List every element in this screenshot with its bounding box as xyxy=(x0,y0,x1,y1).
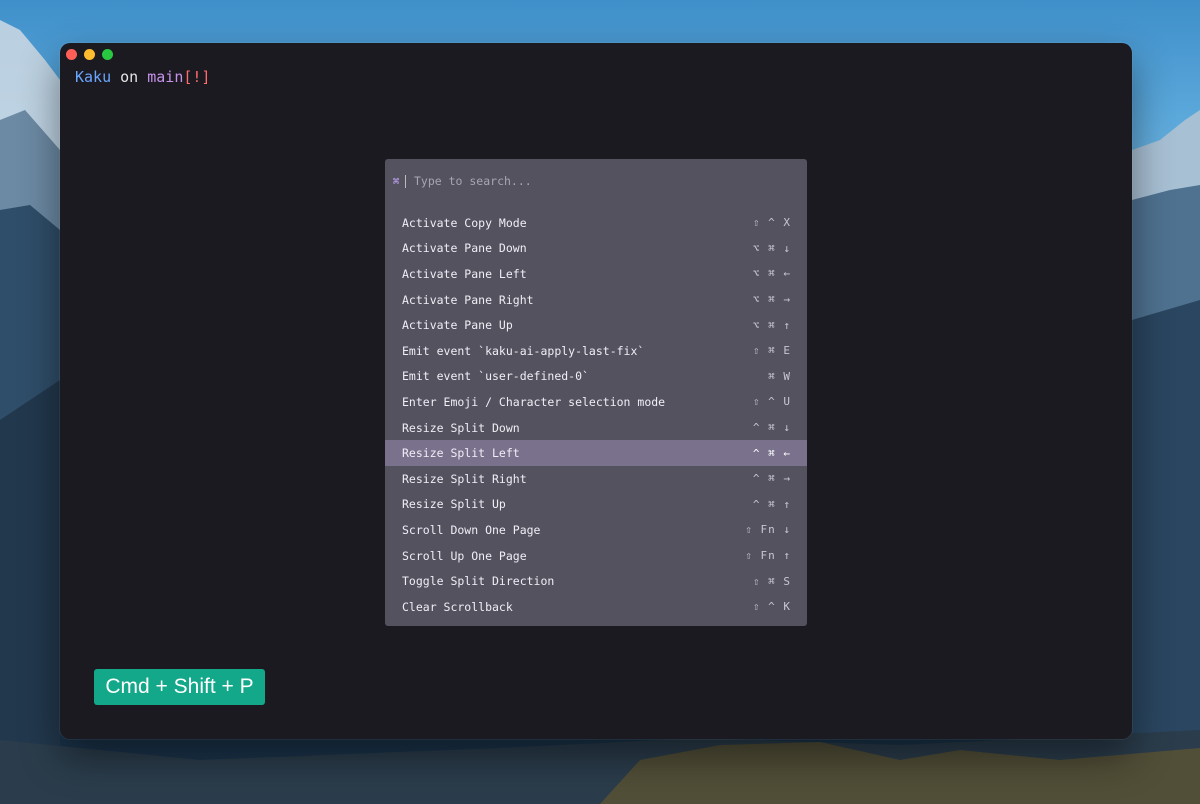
palette-item-label: Activate Pane Right xyxy=(402,292,534,307)
terminal-window: Kaku on main[!] ⌘ Activate Copy Mode ⇧ ^ … xyxy=(60,43,1132,739)
palette-item[interactable]: Toggle Split Direction ⇧ ⌘ S xyxy=(385,568,807,594)
palette-search-input[interactable] xyxy=(414,174,794,188)
palette-item-shortcut: ^ ⌘ ↑ xyxy=(752,497,791,511)
prompt-on: on xyxy=(111,68,148,86)
palette-item[interactable]: Activate Copy Mode ⇧ ^ X xyxy=(385,210,807,236)
palette-item-shortcut: ⇧ ^ K xyxy=(752,600,791,614)
palette-item-label: Resize Split Up xyxy=(402,497,506,512)
palette-item[interactable]: Activate Pane Up ⌥ ⌘ ↑ xyxy=(385,312,807,338)
palette-search-row: ⌘ xyxy=(391,173,794,189)
palette-item-shortcut: ⇧ ⌘ S xyxy=(752,574,791,588)
palette-item[interactable]: Scroll Up One Page ⇧ Fn ↑ xyxy=(385,543,807,569)
minimize-window-button[interactable] xyxy=(84,49,95,60)
palette-command-list: Activate Copy Mode ⇧ ^ X Activate Pane Dow… xyxy=(385,210,807,620)
zoom-window-button[interactable] xyxy=(102,49,113,60)
palette-item-label: Toggle Split Direction xyxy=(402,574,555,589)
palette-item-label: Scroll Down One Page xyxy=(402,522,541,537)
command-icon: ⌘ xyxy=(392,174,400,188)
palette-item-label: Scroll Up One Page xyxy=(402,548,527,563)
prompt-branch: main xyxy=(147,68,184,86)
palette-item-shortcut: ⇧ ^ U xyxy=(752,395,791,409)
palette-item-label: Activate Copy Mode xyxy=(402,215,527,230)
palette-item-shortcut: ⌥ ⌘ ↑ xyxy=(752,318,791,332)
palette-item[interactable]: Emit event `user-defined-0` ⌘ W xyxy=(385,364,807,390)
shell-prompt: Kaku on main[!] xyxy=(75,68,210,86)
palette-item[interactable]: Resize Split Up ^ ⌘ ↑ xyxy=(385,492,807,518)
palette-item-shortcut: ^ ⌘ ↓ xyxy=(752,421,791,435)
palette-item-label: Activate Pane Left xyxy=(402,266,527,281)
palette-item-shortcut: ⌘ W xyxy=(768,369,791,383)
palette-item-label: Resize Split Right xyxy=(402,471,527,486)
palette-item-label: Clear Scrollback xyxy=(402,599,513,614)
command-palette: ⌘ Activate Copy Mode ⇧ ^ X Activate Pane D… xyxy=(385,159,807,626)
palette-item-shortcut: ⇧ ⌘ E xyxy=(752,344,791,358)
palette-item-shortcut: ^ ⌘ ← xyxy=(752,446,791,460)
palette-item-label: Emit event `user-defined-0` xyxy=(402,369,589,384)
palette-item[interactable]: Resize Split Right ^ ⌘ → xyxy=(385,466,807,492)
palette-item[interactable]: Emit event `kaku-ai-apply-last-fix` ⇧ ⌘ E xyxy=(385,338,807,364)
palette-item-label: Enter Emoji / Character selection mode xyxy=(402,394,666,409)
palette-item[interactable]: Activate Pane Left ⌥ ⌘ ← xyxy=(385,261,807,287)
palette-item[interactable]: Resize Split Left ^ ⌘ ← xyxy=(385,440,807,466)
palette-item-label: Emit event `kaku-ai-apply-last-fix` xyxy=(402,343,645,358)
prompt-git-status: [!] xyxy=(183,68,211,86)
palette-item-shortcut: ⌥ ⌘ ↓ xyxy=(752,241,791,255)
window-controls xyxy=(66,49,113,60)
palette-item[interactable]: Scroll Down One Page ⇧ Fn ↓ xyxy=(385,517,807,543)
prompt-directory: Kaku xyxy=(75,68,112,86)
palette-item-shortcut: ⌥ ⌘ → xyxy=(752,293,791,307)
palette-item-shortcut: ⇧ ^ X xyxy=(752,216,791,230)
palette-item[interactable]: Activate Pane Down ⌥ ⌘ ↓ xyxy=(385,236,807,262)
palette-item-shortcut: ^ ⌘ → xyxy=(752,472,791,486)
palette-item-label: Resize Split Down xyxy=(402,420,520,435)
text-caret xyxy=(405,174,406,188)
palette-item-label: Activate Pane Up xyxy=(402,318,513,333)
palette-item-label: Activate Pane Down xyxy=(402,241,527,256)
shortcut-badge: Cmd + Shift + P xyxy=(94,669,265,705)
palette-item-shortcut: ⌥ ⌘ ← xyxy=(752,267,791,281)
palette-item-label: Resize Split Left xyxy=(402,446,520,461)
palette-item[interactable]: Enter Emoji / Character selection mode ⇧ … xyxy=(385,389,807,415)
close-window-button[interactable] xyxy=(66,49,77,60)
palette-item[interactable]: Clear Scrollback ⇧ ^ K xyxy=(385,594,807,620)
palette-item[interactable]: Resize Split Down ^ ⌘ ↓ xyxy=(385,415,807,441)
palette-item-shortcut: ⇧ Fn ↓ xyxy=(745,523,791,537)
palette-item[interactable]: Activate Pane Right ⌥ ⌘ → xyxy=(385,287,807,313)
palette-item-shortcut: ⇧ Fn ↑ xyxy=(745,549,791,563)
